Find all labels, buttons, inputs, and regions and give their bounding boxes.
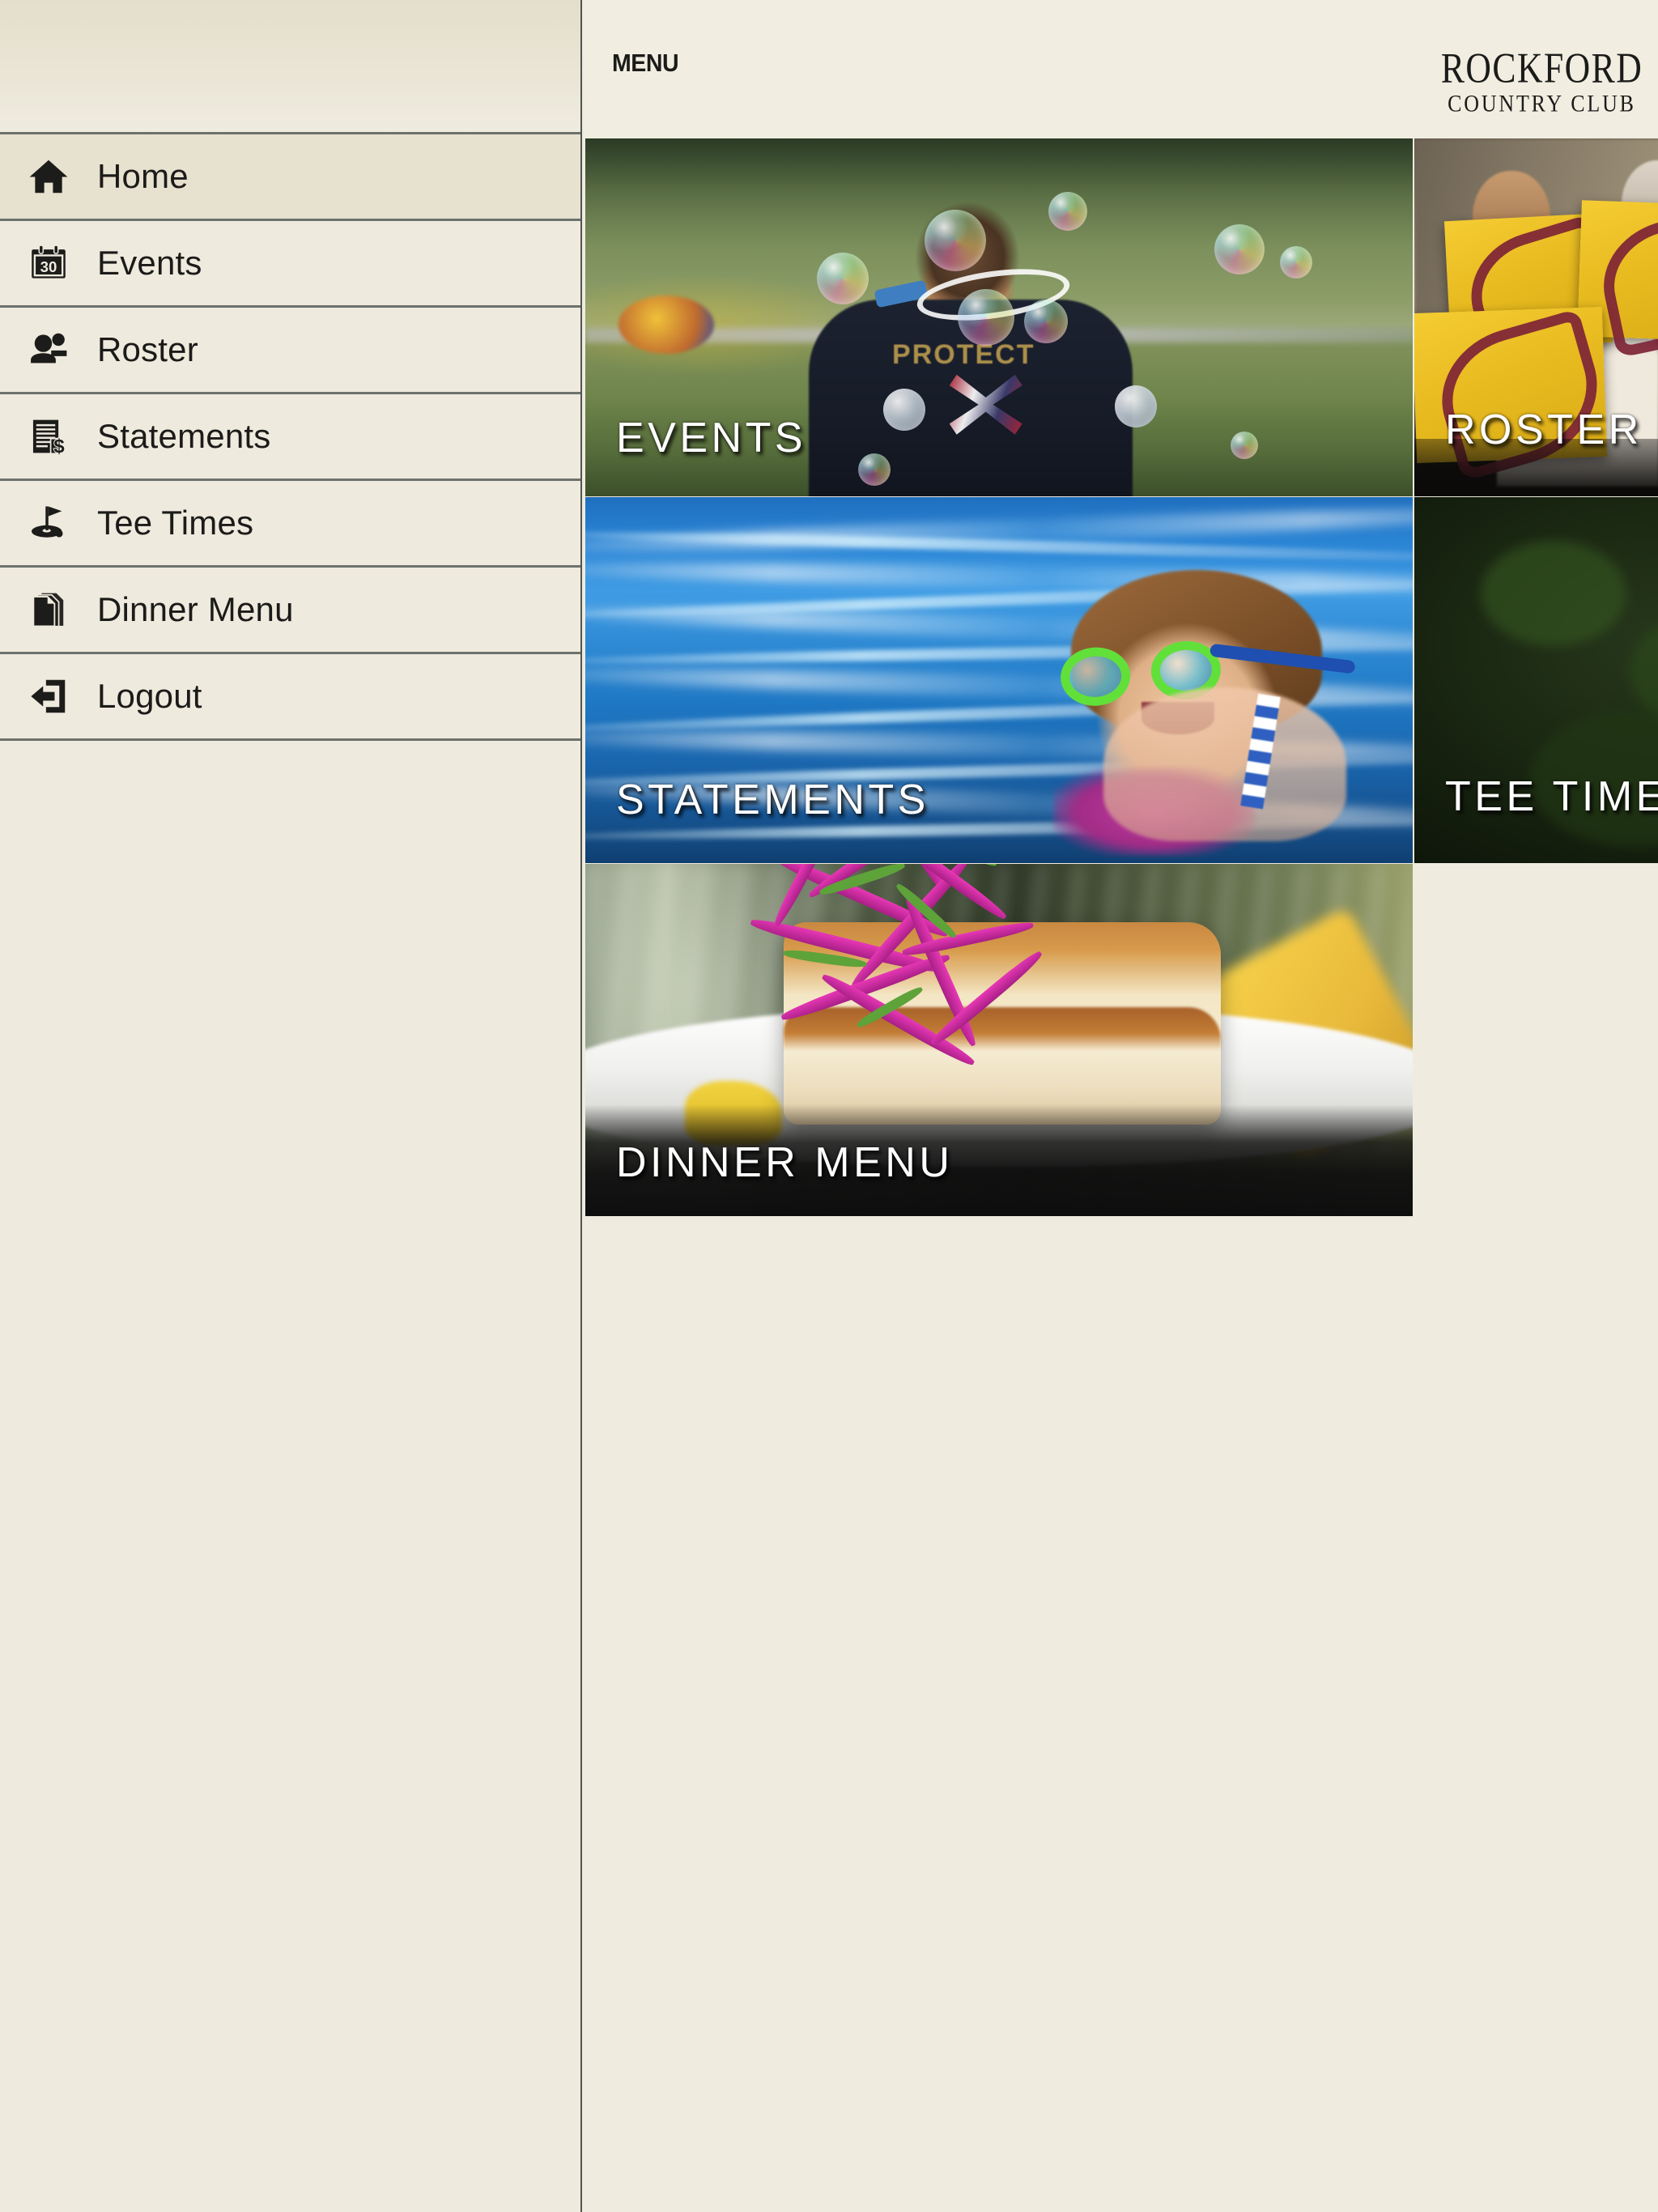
- tile-roster[interactable]: ROSTER: [1414, 138, 1658, 496]
- menu-toggle-button[interactable]: MENU: [612, 49, 701, 78]
- sidebar-nav-list: Home 30 Events Roster $ Statements Tee T…: [0, 134, 580, 741]
- sidebar-item-dinner-menu[interactable]: Dinner Menu: [0, 568, 580, 654]
- tile-roster-label: ROSTER: [1445, 406, 1643, 453]
- tile-dinner-menu[interactable]: DINNER MENU: [585, 864, 1413, 1216]
- tile-events-label: EVENTS: [616, 415, 807, 462]
- tile-dinner-menu-label: DINNER MENU: [616, 1139, 954, 1186]
- sidebar-item-roster[interactable]: Roster: [0, 308, 580, 394]
- sidebar-item-logout[interactable]: Logout: [0, 654, 580, 741]
- people-icon: [0, 327, 97, 372]
- sidebar-header: [0, 0, 580, 134]
- tile-events[interactable]: PROTECT EVENTS: [585, 138, 1413, 496]
- sidebar-item-home[interactable]: Home: [0, 134, 580, 221]
- calendar-icon: 30: [0, 242, 97, 284]
- brand-name: ROCKFORD: [1440, 44, 1643, 92]
- brand-subtitle: COUNTRY CLUB: [1448, 90, 1636, 117]
- sidebar: Home 30 Events Roster $ Statements Tee T…: [0, 0, 582, 2212]
- svg-text:$: $: [53, 436, 64, 457]
- document-icon: [0, 589, 97, 631]
- sidebar-item-events[interactable]: 30 Events: [0, 221, 580, 308]
- sidebar-item-statements[interactable]: $ Statements: [0, 394, 580, 481]
- sidebar-item-label: Dinner Menu: [97, 590, 294, 628]
- top-bar: MENU ROCKFORD COUNTRY CLUB: [584, 0, 1658, 138]
- sidebar-item-label: Tee Times: [97, 504, 254, 542]
- invoice-icon: $: [0, 415, 97, 457]
- sidebar-item-label: Roster: [97, 330, 198, 368]
- golf-flag-icon: [0, 500, 97, 546]
- menu-toggle-label: MENU: [612, 49, 679, 77]
- sidebar-item-tee-times[interactable]: Tee Times: [0, 481, 580, 568]
- tile-statements-label: STATEMENTS: [616, 776, 929, 823]
- tile-teetimes[interactable]: TEE TIMES: [1414, 497, 1658, 863]
- sidebar-item-label: Statements: [97, 417, 271, 455]
- app-root: Home 30 Events Roster $ Statements Tee T…: [0, 0, 1658, 2212]
- home-icon: [0, 155, 97, 198]
- logout-icon: [0, 674, 97, 718]
- tile-teetimes-label: TEE TIMES: [1445, 773, 1658, 820]
- events-shirt-text: PROTECT: [892, 338, 1035, 370]
- sidebar-item-label: Home: [97, 157, 189, 195]
- sidebar-item-label: Logout: [97, 677, 202, 715]
- content-area: MENU ROCKFORD COUNTRY CLUB PROTECT EVENT…: [584, 0, 1658, 2212]
- svg-text:30: 30: [40, 258, 57, 275]
- sidebar-item-label: Events: [97, 244, 202, 282]
- tile-statements[interactable]: STATEMENTS: [585, 497, 1413, 863]
- brand-logo: ROCKFORD COUNTRY CLUB: [1438, 44, 1646, 117]
